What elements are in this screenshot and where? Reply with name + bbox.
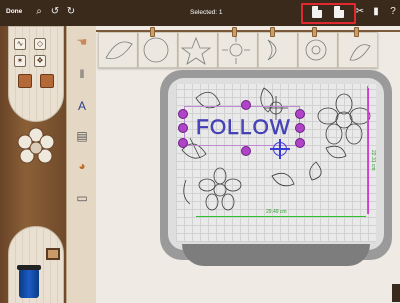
text-object[interactable]: FOLLOW: [196, 116, 291, 140]
pattern-tool-2[interactable]: ◇: [34, 38, 46, 50]
help-icon[interactable]: ?: [386, 5, 400, 19]
resize-handle-right[interactable]: [295, 123, 305, 133]
resize-handle-bottom-right[interactable]: [295, 138, 305, 148]
width-guide: [196, 216, 366, 217]
needle-icon[interactable]: ǁ: [73, 66, 91, 82]
height-label: 22.31 cm: [370, 150, 376, 171]
design-card-thumbnails: [105, 36, 371, 65]
margin-guide: [368, 88, 369, 214]
undo-icon[interactable]: ↺: [48, 5, 62, 19]
monogram-icon[interactable]: ▤: [73, 128, 91, 144]
hand-icon[interactable]: ☚: [73, 34, 91, 50]
flower-design-icon[interactable]: [14, 126, 58, 170]
resize-handle-top-right[interactable]: [295, 109, 305, 119]
frame-icon[interactable]: [46, 248, 60, 260]
thread-spool-icon[interactable]: [17, 265, 41, 298]
resize-handle-top-left[interactable]: [178, 109, 188, 119]
selection-count: Selected: 1: [190, 9, 223, 16]
pattern-tool-3[interactable]: ✶: [14, 55, 26, 67]
search-icon[interactable]: ⌕: [32, 5, 46, 19]
trash-icon[interactable]: ▮: [369, 5, 383, 19]
pattern-tool-1[interactable]: ∿: [14, 38, 26, 50]
stitch-box-icon[interactable]: [18, 74, 32, 88]
resize-handle-bottom[interactable]: [241, 146, 251, 156]
pattern-tool-4[interactable]: ❖: [34, 55, 46, 67]
highlight-annotation: [301, 3, 356, 24]
width-label: 29.49 cm: [266, 209, 287, 215]
resize-handle-left[interactable]: [178, 123, 188, 133]
done-button[interactable]: Done: [6, 8, 22, 15]
tool-column: ☚ ǁ A ▤ ◕ ▭: [66, 26, 96, 303]
side-handle[interactable]: [392, 284, 400, 302]
stitch-box-icon-2[interactable]: [40, 74, 54, 88]
shape-tool-icon[interactable]: ▭: [73, 190, 91, 206]
text-tool-icon[interactable]: A: [73, 98, 91, 114]
hoop-arm: [182, 244, 370, 266]
resize-handle-top[interactable]: [241, 100, 251, 110]
redo-icon[interactable]: ↻: [64, 5, 78, 19]
color-palette-icon[interactable]: ◕: [73, 158, 91, 174]
resize-handle-bottom-left[interactable]: [178, 138, 188, 148]
embroidery-editor: Done ⌕ ↺ ↻ Selected: 1 ✂ ▮ ? ∿ ◇ ✶ ❖ ☚ ǁ…: [0, 0, 400, 303]
center-crosshair-icon[interactable]: [270, 139, 290, 159]
